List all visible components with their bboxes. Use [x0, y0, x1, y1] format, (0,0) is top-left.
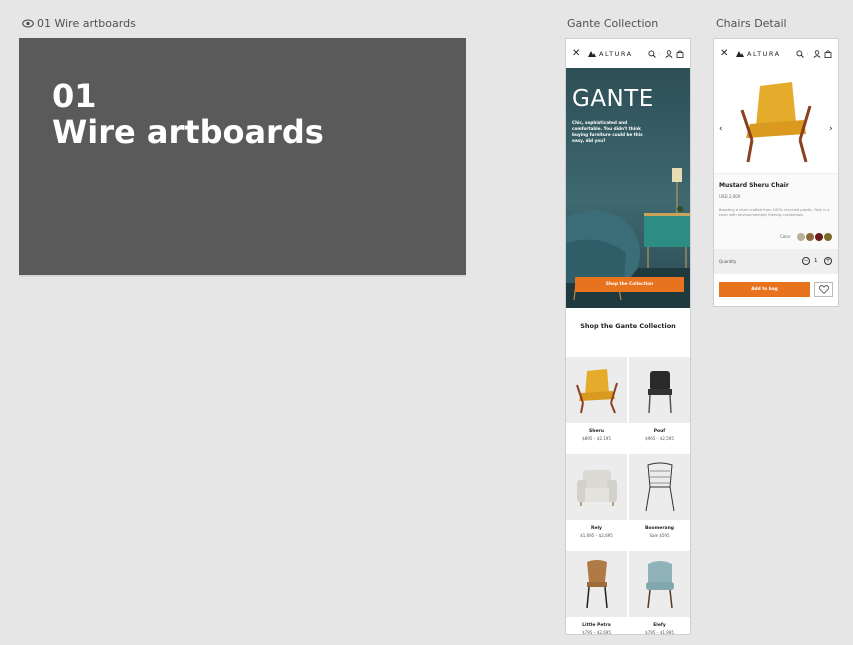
product-price: Sale $595 [649, 533, 670, 538]
wire-artboard[interactable]: 01 Wire artboards [19, 38, 466, 277]
color-swatch[interactable] [797, 233, 805, 241]
increase-quantity-button[interactable]: + [824, 257, 832, 265]
shop-collection-button[interactable]: Shop the Collection [575, 277, 684, 292]
product-name: Sheru [589, 429, 604, 434]
product-card[interactable]: Rely $1,695 – $2,695 [566, 454, 627, 551]
top-nav: ✕ ALTURA [714, 39, 838, 68]
brand-logo[interactable]: ALTURA [588, 50, 633, 58]
product-card[interactable]: Elefy $795 – $1,995 [629, 551, 690, 635]
quantity-label: Quantity [719, 259, 737, 264]
product-card[interactable]: Pouf $965 – $2,595 [629, 357, 690, 454]
product-name: Boomerang [644, 526, 675, 531]
artboard-label-detail[interactable]: Chairs Detail [716, 17, 787, 30]
brand-logo[interactable]: ALTURA [736, 50, 781, 58]
user-icon[interactable] [665, 49, 673, 58]
product-name: Rely [591, 526, 602, 531]
product-image [629, 551, 690, 617]
hero-banner: GANTE Chic, sophisticated and comfortabl… [566, 68, 690, 308]
heart-icon [818, 285, 829, 294]
product-grid: Sheru $895 – $2,195 Pouf $965 – $2,595 R… [566, 357, 690, 635]
product-price: $1,695 – $2,695 [580, 533, 613, 538]
search-icon[interactable] [648, 49, 656, 58]
color-label: Color [780, 234, 791, 239]
wire-title-text: Wire artboards [52, 113, 324, 151]
color-swatch[interactable] [824, 233, 832, 241]
wire-title-number: 01 [52, 77, 97, 115]
detail-artboard[interactable]: ✕ ALTURA ‹ › Mustard Sheru Chair USD 2,0… [713, 38, 839, 307]
eye-icon [22, 19, 34, 28]
product-price: USD 2,000 [719, 194, 741, 199]
hero-subtitle: Chic, sophisticated and comfortable. You… [572, 120, 643, 143]
product-name: Mustard Sheru Chair [719, 182, 789, 189]
wishlist-button[interactable] [814, 282, 833, 297]
product-name: Little Petra [582, 623, 611, 628]
bag-icon[interactable] [824, 49, 832, 58]
collection-artboard[interactable]: ✕ ALTURA GANTE Chic, sophisticated and c… [565, 38, 691, 635]
section-title: Shop the Gante Collection [580, 322, 676, 330]
close-icon[interactable]: ✕ [720, 48, 732, 59]
top-nav: ✕ ALTURA [566, 39, 690, 68]
brand-name: ALTURA [747, 49, 781, 58]
color-swatch[interactable] [806, 233, 814, 241]
user-icon[interactable] [813, 49, 821, 58]
product-card[interactable]: Sheru $895 – $2,195 [566, 357, 627, 454]
logo-mark-icon [588, 50, 596, 57]
close-icon[interactable]: ✕ [572, 48, 584, 59]
bag-icon[interactable] [676, 49, 684, 58]
product-image [629, 357, 690, 423]
product-info: Mustard Sheru Chair USD 2,000 Boasting a… [714, 173, 838, 249]
product-image [566, 357, 627, 423]
product-name: Pouf [653, 429, 666, 434]
product-price: $895 – $2,195 [582, 436, 611, 441]
product-card[interactable]: Boomerang Sale $595 [629, 454, 690, 551]
hero-title: GANTE [572, 86, 654, 112]
divider-icon [659, 52, 660, 55]
wire-title: 01 Wire artboards [52, 78, 324, 150]
brand-name: ALTURA [599, 49, 633, 58]
product-price: $795 – $1,995 [645, 630, 674, 635]
decrease-quantity-button[interactable]: − [802, 257, 810, 265]
search-icon[interactable] [796, 49, 804, 58]
divider-icon [807, 52, 808, 55]
product-image [566, 551, 627, 617]
quantity-value: 1 [814, 258, 818, 264]
product-price: $795 – $2,695 [582, 630, 611, 635]
product-image [629, 454, 690, 520]
quantity-row: Quantity − 1 + [714, 249, 838, 274]
product-hero-image [714, 68, 838, 173]
color-swatch[interactable] [815, 233, 823, 241]
product-price: $965 – $2,595 [645, 436, 674, 441]
artboard-label-text: 01 Wire artboards [37, 17, 136, 30]
artboard-label-wire[interactable]: 01 Wire artboards [22, 17, 136, 30]
artboard-label-collection[interactable]: Gante Collection [567, 17, 658, 30]
add-to-bag-button[interactable]: Add to bag [719, 282, 810, 297]
product-name: Elefy [653, 623, 666, 628]
logo-mark-icon [736, 50, 744, 57]
product-description: Boasting a chair crafted from 100% recyc… [719, 208, 830, 217]
product-card[interactable]: Little Petra $795 – $2,695 [566, 551, 627, 635]
product-image [566, 454, 627, 520]
next-arrow-icon[interactable]: › [829, 124, 833, 134]
prev-arrow-icon[interactable]: ‹ [719, 124, 723, 134]
